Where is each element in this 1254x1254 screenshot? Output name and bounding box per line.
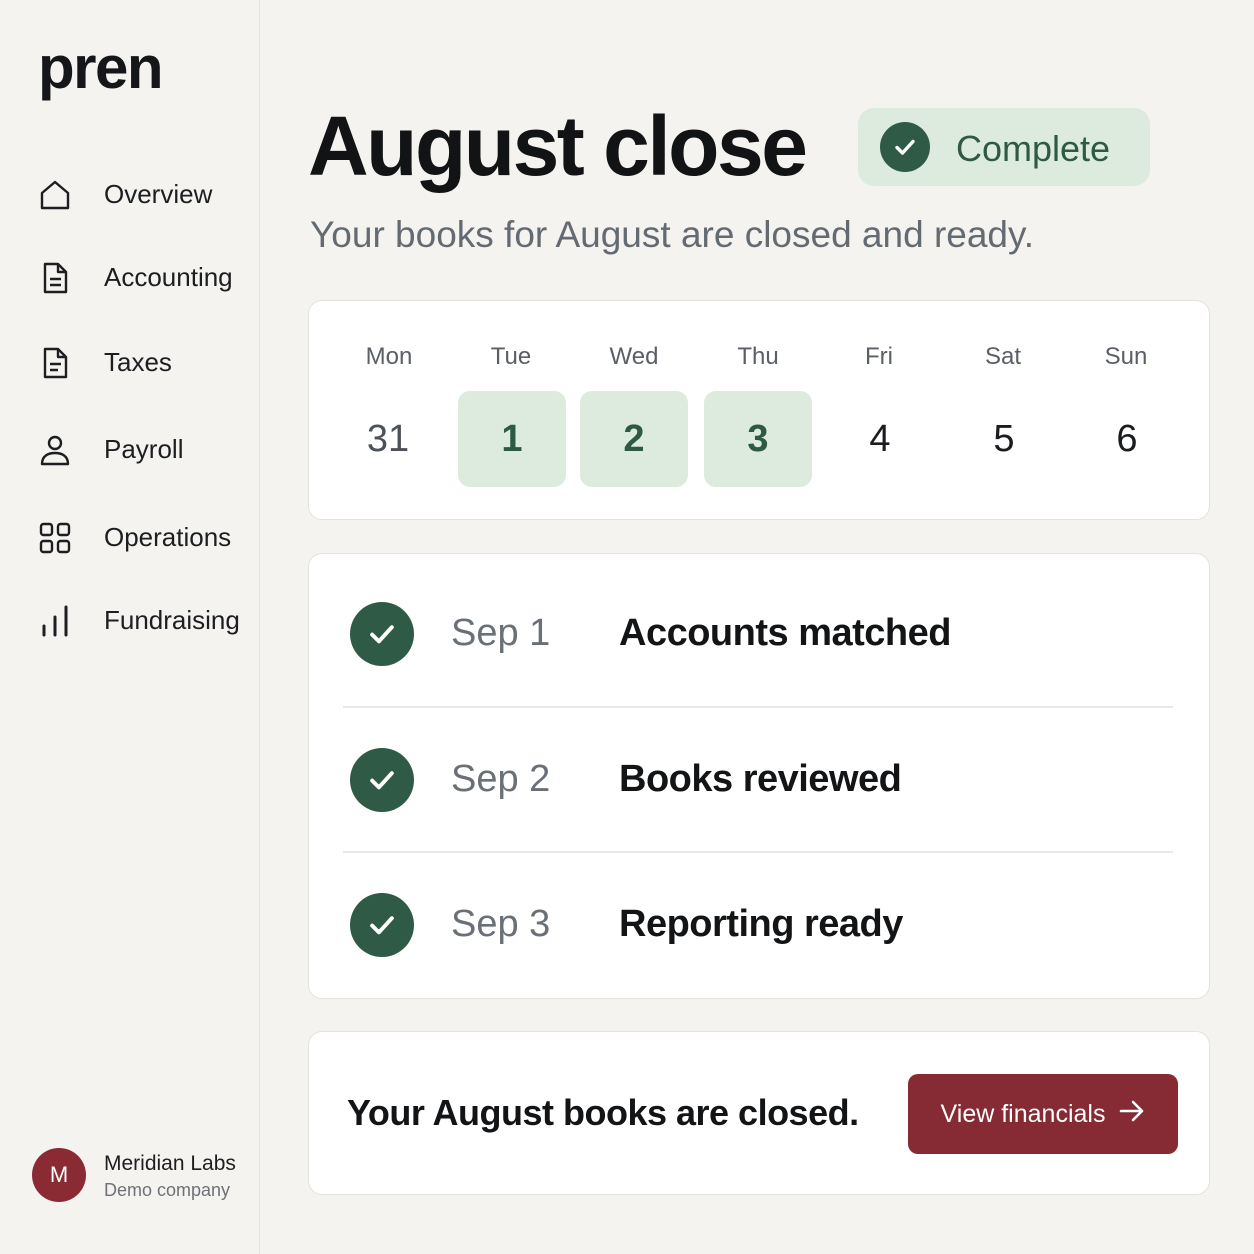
sidebar-item-taxes[interactable]: Taxes: [0, 332, 260, 392]
grid-icon: [38, 521, 72, 555]
list-item: Sep 3 Reporting ready: [309, 845, 1211, 991]
user-icon: [38, 433, 72, 467]
day-name: Sat: [984, 343, 1022, 370]
close-summary-card: Your August books are closed. View finan…: [308, 1031, 1210, 1195]
page-title: August close: [308, 99, 808, 193]
day-name: Tue: [490, 343, 532, 370]
day-date[interactable]: 2: [580, 391, 688, 487]
account-subtitle: Demo company: [104, 1180, 231, 1200]
day-date[interactable]: 1: [458, 391, 566, 487]
status-badge-label: Complete: [956, 128, 1111, 169]
sidebar-item-label: Operations: [104, 521, 232, 552]
sidebar: pren Overview Accounting Taxes Payroll O…: [0, 0, 260, 1254]
close-steps-list: Sep 1 Accounts matched Sep 2 Books revie…: [308, 553, 1210, 999]
day-date: 31: [366, 417, 410, 460]
check-icon: [350, 602, 414, 666]
brand-logo: pren: [38, 34, 164, 101]
home-icon: [38, 178, 72, 212]
step-date: Sep 3: [451, 903, 551, 945]
app: pren Overview Accounting Taxes Payroll O…: [0, 0, 1254, 1254]
sidebar-item-label: Payroll: [104, 433, 184, 464]
step-date: Sep 1: [451, 612, 551, 654]
sidebar-item-payroll[interactable]: Payroll: [0, 419, 260, 479]
check-icon: [350, 748, 414, 812]
sidebar-item-overview[interactable]: Overview: [0, 164, 260, 224]
check-icon: [350, 893, 414, 957]
status-badge: Complete: [858, 108, 1150, 186]
day-name: Thu: [737, 343, 779, 370]
arrow-right-icon: [1119, 1100, 1145, 1129]
step-name: Books reviewed: [619, 758, 902, 800]
view-financials-label: View financials: [940, 1099, 1106, 1128]
day-name: Fri: [865, 343, 893, 370]
list-item: Sep 1 Accounts matched: [309, 554, 1211, 700]
sidebar-item-fundraising[interactable]: Fundraising: [0, 590, 260, 650]
bar-chart-icon: [38, 604, 72, 638]
document-icon: [38, 346, 72, 380]
account-name: Meridian Labs: [104, 1152, 236, 1175]
day-date[interactable]: 3: [704, 391, 812, 487]
week-calendar: Mon 31 Tue 1 Wed 2 Thu 3 Fri 4 Sat 5 Sun…: [308, 300, 1210, 520]
day-date: 5: [993, 417, 1015, 460]
day-name: Wed: [609, 343, 659, 370]
day-name: Mon: [365, 343, 413, 370]
sidebar-item-label: Taxes: [104, 346, 172, 377]
page-subtitle: Your books for August are closed and rea…: [310, 214, 1035, 255]
sidebar-item-accounting[interactable]: Accounting: [0, 247, 260, 307]
day-date: 4: [869, 417, 891, 460]
close-summary-message: Your August books are closed.: [347, 1092, 859, 1133]
day-date: 6: [1116, 417, 1138, 460]
account-switcher[interactable]: M Meridian Labs Demo company: [32, 1146, 254, 1206]
avatar: M: [32, 1148, 86, 1202]
day-name: Sun: [1104, 343, 1148, 370]
check-icon: [880, 122, 930, 172]
step-date: Sep 2: [451, 758, 551, 800]
sidebar-item-operations[interactable]: Operations: [0, 507, 260, 567]
document-icon: [38, 261, 72, 295]
view-financials-button[interactable]: View financials: [908, 1074, 1178, 1154]
list-item: Sep 2 Books reviewed: [309, 700, 1211, 846]
sidebar-item-label: Fundraising: [104, 604, 240, 635]
sidebar-item-label: Accounting: [104, 261, 233, 292]
step-name: Reporting ready: [619, 903, 903, 945]
sidebar-item-label: Overview: [104, 178, 213, 209]
step-name: Accounts matched: [619, 612, 951, 654]
